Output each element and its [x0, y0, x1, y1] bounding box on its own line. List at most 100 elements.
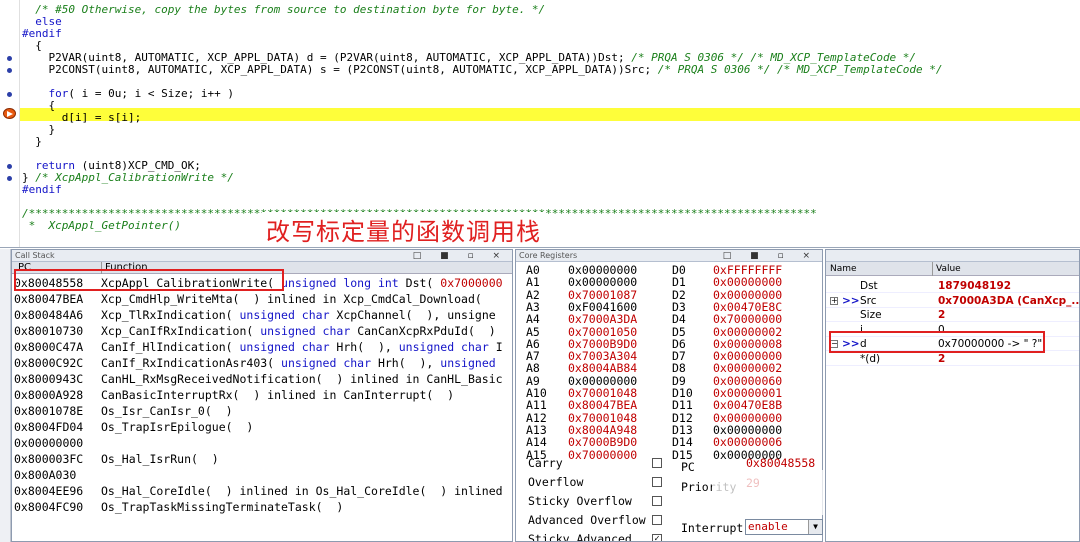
watch-value[interactable]: 1879048192	[938, 279, 1011, 293]
register-value[interactable]: 0x00000000	[713, 289, 782, 301]
table-row[interactable]: 0x8000C47A CanIf_HlIndication( unsigned c…	[12, 339, 512, 355]
table-row[interactable]: Dst 1879048192	[826, 279, 1079, 293]
register-value[interactable]: 0x70001050	[568, 326, 637, 338]
highlight-box-call-frame	[14, 269, 284, 291]
table-row[interactable]: 0x8004EE96 Os_Hal_CoreIdle( ) inlined in …	[12, 483, 512, 499]
register-name: A4	[526, 312, 540, 327]
register-value[interactable]: 0x00000002	[713, 326, 782, 338]
watch-value[interactable]: 2	[938, 308, 945, 322]
register-value[interactable]: 0x00000000	[568, 264, 637, 276]
register-value[interactable]: 0xF0041600	[568, 301, 637, 313]
table-row[interactable]: 0x800003FC Os_Hal_IsrRun( )	[12, 451, 512, 467]
register-value[interactable]: 0x00000000	[713, 350, 782, 362]
code-line: }	[22, 135, 42, 148]
code-line: #endif	[22, 183, 62, 196]
register-value[interactable]: 0x8004AB84	[568, 362, 637, 374]
call-frame-function: Xcp_CanIfRxIndication( unsigned char Can…	[101, 324, 496, 338]
flag-label: Sticky Overflow	[528, 494, 632, 508]
register-value[interactable]: 0x00000000	[568, 276, 637, 288]
flag-checkbox[interactable]	[652, 477, 662, 487]
table-row[interactable]: 0x00000000	[12, 435, 512, 451]
interrupt-label: Interrupt	[681, 521, 744, 535]
call-frame-pc: 0x80010730	[14, 324, 84, 338]
watch-header: Name Value	[826, 262, 1079, 276]
flag-checkbox[interactable]	[652, 496, 662, 506]
table-row[interactable]: 0x8004FD04 Os_TrapIsrEpilogue( )	[12, 419, 512, 435]
flag-checkbox[interactable]	[652, 515, 662, 525]
call-frame-pc: 0x8000A928	[14, 388, 84, 402]
register-value[interactable]: 0x00000000	[713, 424, 782, 436]
code-editor[interactable]: /* #50 Otherwise, copy the bytes from so…	[0, 0, 1080, 248]
register-name: D3	[672, 299, 686, 314]
expand-icon[interactable]: +	[830, 296, 838, 305]
interrupt-value: enable	[748, 520, 788, 533]
register-value[interactable]: 0x00470E8C	[713, 301, 782, 313]
register-value[interactable]: 0x8004A948	[568, 424, 637, 436]
flag-label: Advanced Overflow	[528, 513, 646, 527]
register-name: D4	[672, 312, 686, 327]
watch-panel[interactable]: Name Value Dst 1879048192 + >> Src 0x7000A3DA…	[825, 249, 1080, 542]
register-name: A10	[526, 386, 547, 400]
table-row[interactable]: 0x8000943C CanHL_RxMsgReceivedNotificatio…	[12, 371, 512, 387]
table-row[interactable]: + >> Src 0x7000A3DA (CanXcp_...	[826, 294, 1079, 308]
breakpoint-line-marker-icon[interactable]	[7, 56, 12, 61]
register-value[interactable]: 0x70000000	[568, 449, 637, 461]
table-row[interactable]: 0x80047BEA Xcp_CmdHlp_WriteMta( ) inlined…	[12, 291, 512, 307]
register-value[interactable]: 0x00000008	[713, 338, 782, 350]
watch-value[interactable]: 0x7000A3DA (CanXcp_...	[938, 294, 1079, 308]
register-value[interactable]: 0x70001087	[568, 289, 637, 301]
register-name: D7	[672, 349, 686, 364]
register-name: A7	[526, 349, 540, 364]
register-value[interactable]: 0x7000A3DA	[568, 313, 637, 325]
register-value[interactable]: 0x00000060	[713, 375, 782, 387]
execution-pointer-icon	[3, 108, 16, 119]
chevron-down-icon[interactable]: ▼	[808, 520, 822, 534]
table-row[interactable]: Size 2	[826, 308, 1079, 323]
call-frame-function: Os_Hal_IsrRun( )	[101, 452, 219, 466]
pointer-arrow-icon: >>	[842, 294, 860, 307]
breakpoint-line-marker-icon[interactable]	[7, 92, 12, 97]
editor-gutter[interactable]	[0, 0, 20, 247]
register-value[interactable]: 0x7003A304	[568, 350, 637, 362]
call-stack-title-bar: Call Stack □ ■ ▫ ×	[12, 250, 512, 262]
panel-buttons[interactable]: □ ■ ▫ ×	[723, 250, 818, 262]
table-row[interactable]: 0x8000A928 CanBasicInterruptRx( ) inlined…	[12, 387, 512, 403]
register-value[interactable]: 0x00000000	[713, 412, 782, 424]
table-row[interactable]: 0x800A030	[12, 467, 512, 483]
breakpoint-line-marker-icon[interactable]	[7, 68, 12, 73]
call-frame-function: CanBasicInterruptRx( ) inlined in CanInt…	[101, 388, 455, 402]
breakpoint-line-marker-icon[interactable]	[7, 164, 12, 169]
register-value[interactable]: 0x70001048	[568, 412, 637, 424]
register-value[interactable]: 0x70000000	[713, 313, 782, 325]
register-value[interactable]: 0x7000B9D0	[568, 436, 637, 448]
flag-checkbox[interactable]: ✓	[652, 534, 662, 541]
table-row[interactable]: 0x80010730 Xcp_CanIfRxIndication( unsigne…	[12, 323, 512, 339]
call-frame-pc: 0x800A030	[14, 468, 77, 482]
call-frame-pc: 0x80047BEA	[14, 292, 84, 306]
col-name-header[interactable]: Name	[830, 262, 857, 276]
register-value[interactable]: 0x00000000	[713, 276, 782, 288]
register-value[interactable]: 0xFFFFFFFF	[713, 264, 782, 276]
register-value[interactable]: 0x00000001	[713, 387, 782, 399]
register-value[interactable]: 0x00000006	[713, 436, 782, 448]
table-row[interactable]: 0x8004FC90 Os_TrapTaskMissingTerminateTas…	[12, 499, 512, 515]
table-row[interactable]: 0x8001078E Os_Isr_CanIsr_0( )	[12, 403, 512, 419]
code-line: P2CONST(uint8, AUTOMATIC, XCP_APPL_DATA)…	[22, 63, 943, 76]
core-registers-title-bar: Core Registers □ ■ ▫ ×	[516, 250, 822, 262]
interrupt-select[interactable]: enable ▼	[745, 519, 823, 535]
register-value[interactable]: 0x80047BEA	[568, 399, 637, 411]
table-row[interactable]: 0x800484A6 Xcp_TlRxIndication( unsigned c…	[12, 307, 512, 323]
register-value[interactable]: 0x00000000	[568, 375, 637, 387]
register-value[interactable]: 0x00470E8B	[713, 399, 782, 411]
table-row[interactable]: 0x8000C92C CanIf_RxIndicationAsr403( unsi…	[12, 355, 512, 371]
register-value[interactable]: 0x00000002	[713, 362, 782, 374]
panel-buttons[interactable]: □ ■ ▫ ×	[413, 250, 508, 262]
flag-checkbox[interactable]	[652, 458, 662, 468]
col-value-header[interactable]: Value	[932, 262, 961, 276]
call-stack-panel[interactable]: Call Stack □ ■ ▫ × PC Function 0x8004855…	[11, 249, 513, 542]
register-value[interactable]: 0x70001048	[568, 387, 637, 399]
table-row[interactable]: *(d) 2	[826, 352, 1079, 366]
breakpoint-line-marker-icon[interactable]	[7, 176, 12, 181]
register-value[interactable]: 0x7000B9D0	[568, 338, 637, 350]
watch-value[interactable]: 2	[938, 352, 945, 366]
